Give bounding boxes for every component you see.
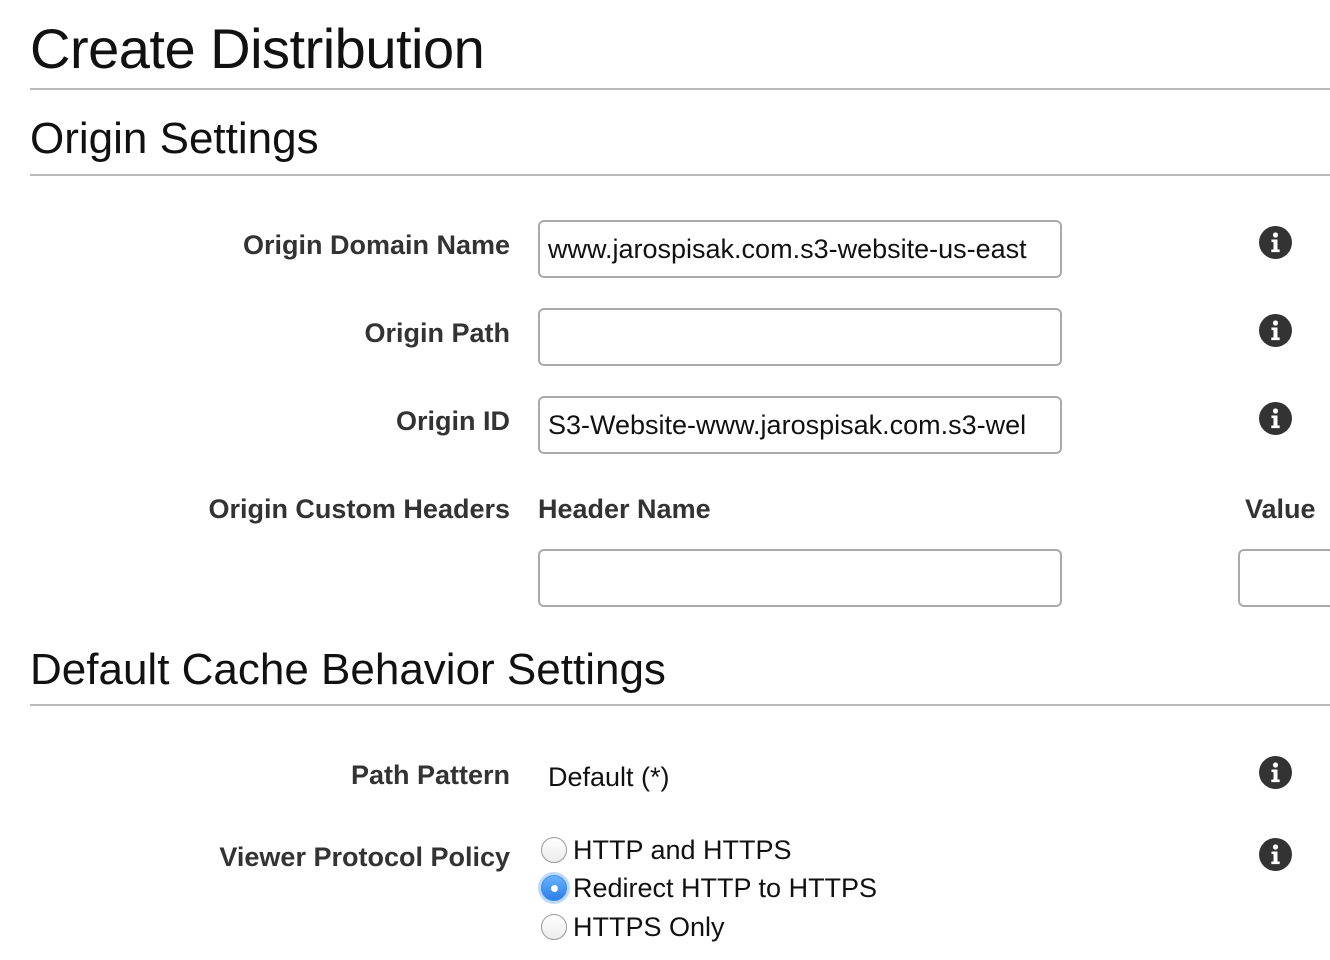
info-icon[interactable]: [1259, 226, 1292, 259]
origin-settings-heading: Origin Settings: [30, 114, 319, 163]
info-icon[interactable]: [1259, 838, 1292, 871]
radio-button[interactable]: [541, 837, 567, 863]
origin-domain-name-input[interactable]: [538, 220, 1062, 278]
info-icon[interactable]: [1259, 756, 1292, 789]
radio-option-label: HTTPS Only: [573, 912, 725, 942]
create-distribution-page: Create Distribution Origin Settings Orig…: [0, 0, 1330, 960]
cache-behavior-heading: Default Cache Behavior Settings: [30, 645, 666, 694]
radio-option-https-only[interactable]: HTTPS Only: [541, 909, 725, 945]
origin-settings-divider: [30, 174, 1330, 176]
radio-button[interactable]: [541, 914, 567, 940]
radio-option-http-and-https[interactable]: HTTP and HTTPS: [541, 832, 792, 868]
page-title: Create Distribution: [30, 17, 485, 80]
radio-option-label: HTTP and HTTPS: [573, 835, 792, 865]
radio-option-label: Redirect HTTP to HTTPS: [573, 873, 878, 903]
origin-path-input[interactable]: [538, 308, 1062, 366]
origin-path-label: Origin Path: [364, 318, 510, 348]
header-name-column-label: Header Name: [538, 494, 711, 524]
origin-id-input[interactable]: [538, 396, 1062, 454]
origin-domain-name-label: Origin Domain Name: [242, 230, 510, 260]
path-pattern-label: Path Pattern: [350, 760, 510, 790]
radio-option-redirect-http-to-https[interactable]: Redirect HTTP to HTTPS: [541, 870, 877, 906]
header-value-input[interactable]: [1238, 549, 1330, 607]
path-pattern-value: Default (*): [548, 762, 670, 792]
cache-behavior-divider: [30, 704, 1330, 706]
viewer-protocol-policy-label: Viewer Protocol Policy: [219, 842, 510, 872]
origin-custom-headers-label: Origin Custom Headers: [208, 494, 510, 524]
origin-id-label: Origin ID: [396, 406, 510, 436]
title-divider: [30, 88, 1330, 90]
info-icon[interactable]: [1259, 314, 1292, 347]
radio-button[interactable]: [541, 875, 567, 901]
header-name-input[interactable]: [538, 549, 1062, 607]
header-value-column-label: Value: [1245, 494, 1316, 524]
info-icon[interactable]: [1259, 402, 1292, 435]
